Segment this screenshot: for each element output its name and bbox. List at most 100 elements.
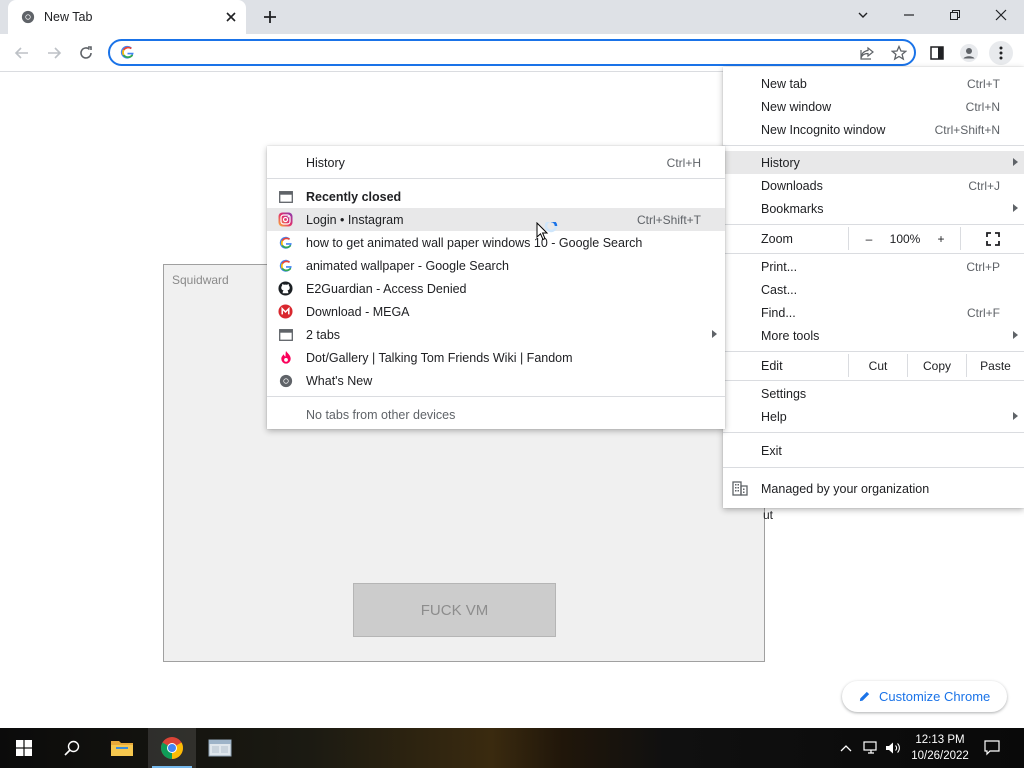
file-explorer-button[interactable] — [98, 728, 146, 768]
window-icon — [278, 189, 293, 204]
submenu-arrow-icon — [712, 330, 717, 338]
profile-button[interactable] — [957, 41, 981, 65]
menu-new-tab[interactable]: New tab Ctrl+T — [723, 72, 1024, 95]
menu-settings[interactable]: Settings — [723, 382, 1024, 405]
start-button[interactable] — [0, 728, 48, 768]
paste-button[interactable]: Paste — [967, 354, 1024, 377]
clock-date: 10/26/2022 — [911, 750, 969, 762]
notification-icon — [984, 740, 1000, 756]
cut-button[interactable]: Cut — [849, 354, 907, 377]
menu-history[interactable]: History — [723, 151, 1024, 174]
menu-find[interactable]: Find... Ctrl+F — [723, 301, 1024, 324]
recently-closed-header: Recently closed — [267, 185, 725, 208]
search-icon — [64, 740, 80, 756]
submenu-arrow-icon — [1013, 412, 1018, 420]
bookmark-star-button[interactable] — [890, 44, 908, 62]
omnibox[interactable] — [108, 39, 916, 66]
menu-help[interactable]: Help — [723, 405, 1024, 428]
history-menu-item[interactable]: History Ctrl+H — [267, 151, 725, 174]
new-tab-plus-icon[interactable] — [260, 7, 280, 27]
menu-separator — [267, 396, 725, 397]
menu-print[interactable]: Print... Ctrl+P — [723, 255, 1024, 278]
history-item-whats-new[interactable]: What's New — [267, 369, 725, 392]
menu-downloads[interactable]: Downloads Ctrl+J — [723, 174, 1024, 197]
forward-button[interactable] — [43, 42, 65, 64]
volume-icon — [886, 742, 900, 754]
chrome-menu-button[interactable] — [989, 41, 1013, 65]
search-button[interactable] — [48, 728, 96, 768]
fullscreen-button[interactable] — [961, 227, 1024, 250]
windows-logo-icon — [16, 740, 32, 756]
action-center-button[interactable] — [980, 728, 1004, 768]
tab-search-button[interactable] — [840, 0, 886, 30]
submenu-arrow-icon — [1013, 204, 1018, 212]
menu-managed[interactable]: Managed by your organization — [723, 477, 1024, 500]
chrome-taskbar-button[interactable] — [148, 728, 196, 768]
history-item-instagram[interactable]: Login • Instagram Ctrl+Shift+T — [267, 208, 725, 231]
app-window-icon — [208, 739, 232, 757]
history-item-google-search-2[interactable]: animated wallpaper - Google Search — [267, 254, 725, 277]
restore-button[interactable] — [932, 0, 978, 30]
menu-exit[interactable]: Exit — [723, 439, 1024, 462]
show-hidden-icons-button[interactable] — [838, 728, 854, 768]
side-panel-button[interactable] — [925, 41, 949, 65]
menu-more-tools[interactable]: More tools — [723, 324, 1024, 347]
minimize-button[interactable] — [886, 0, 932, 30]
volume-button[interactable] — [884, 728, 902, 768]
network-button[interactable] — [862, 728, 880, 768]
mega-icon — [278, 304, 293, 319]
clock-time: 12:13 PM — [915, 734, 965, 746]
github-icon — [278, 281, 293, 296]
history-item-fandom[interactable]: Dot/Gallery | Talking Tom Friends Wiki |… — [267, 346, 725, 369]
share-button[interactable] — [858, 44, 876, 62]
chrome-main-menu: New tab Ctrl+T New window Ctrl+N New Inc… — [723, 67, 1024, 508]
close-window-button[interactable] — [978, 0, 1024, 30]
menu-separator — [723, 380, 1024, 381]
chrome-icon — [278, 373, 293, 388]
dialog-button[interactable]: FUCK VM — [353, 583, 556, 637]
back-button[interactable] — [11, 42, 33, 64]
menu-separator — [723, 351, 1024, 352]
arrow-left-icon — [14, 47, 28, 59]
reload-button[interactable] — [75, 42, 97, 64]
partial-text: ut — [763, 508, 774, 522]
copy-button[interactable]: Copy — [908, 354, 966, 377]
history-item-mega[interactable]: Download - MEGA — [267, 300, 725, 323]
menu-separator — [267, 178, 725, 179]
menu-cast[interactable]: Cast... — [723, 278, 1024, 301]
tab-title: New Tab — [44, 10, 93, 24]
history-item-e2guardian[interactable]: E2Guardian - Access Denied — [267, 277, 725, 300]
zoom-in-button[interactable]: + — [921, 227, 961, 250]
menu-new-window[interactable]: New window Ctrl+N — [723, 95, 1024, 118]
submenu-arrow-icon — [1013, 158, 1018, 166]
chrome-icon — [21, 10, 35, 24]
restore-icon — [950, 10, 960, 20]
menu-bookmarks[interactable]: Bookmarks — [723, 197, 1024, 220]
app-taskbar-button[interactable] — [196, 728, 244, 768]
windows-taskbar: 12:13 PM 10/26/2022 — [0, 728, 1024, 768]
fullscreen-icon — [985, 231, 1000, 246]
history-item-google-search-1[interactable]: how to get animated wall paper windows 1… — [267, 231, 725, 254]
google-icon — [278, 235, 293, 250]
avatar-icon — [960, 44, 978, 62]
kebab-menu-icon — [999, 46, 1003, 60]
history-submenu: History Ctrl+H Recently closed Login • I… — [267, 146, 725, 429]
menu-separator — [723, 253, 1024, 254]
google-icon — [120, 45, 134, 59]
chevron-down-icon — [858, 12, 868, 18]
close-tab-icon[interactable] — [223, 9, 239, 25]
chevron-up-icon — [840, 745, 852, 752]
menu-separator — [723, 224, 1024, 225]
customize-chrome-button[interactable]: Customize Chrome — [842, 681, 1007, 712]
submenu-arrow-icon — [1013, 331, 1018, 339]
close-icon — [995, 9, 1007, 21]
history-item-2-tabs[interactable]: 2 tabs — [267, 323, 725, 346]
taskbar-clock[interactable]: 12:13 PM 10/26/2022 — [908, 732, 972, 764]
menu-separator — [723, 145, 1024, 146]
chrome-color-icon — [161, 737, 183, 759]
menu-new-incognito[interactable]: New Incognito window Ctrl+Shift+N — [723, 118, 1024, 141]
address-input[interactable] — [144, 43, 844, 62]
reload-icon — [80, 46, 92, 59]
tab-new-tab[interactable]: New Tab — [8, 0, 246, 34]
window-icon — [278, 327, 293, 342]
